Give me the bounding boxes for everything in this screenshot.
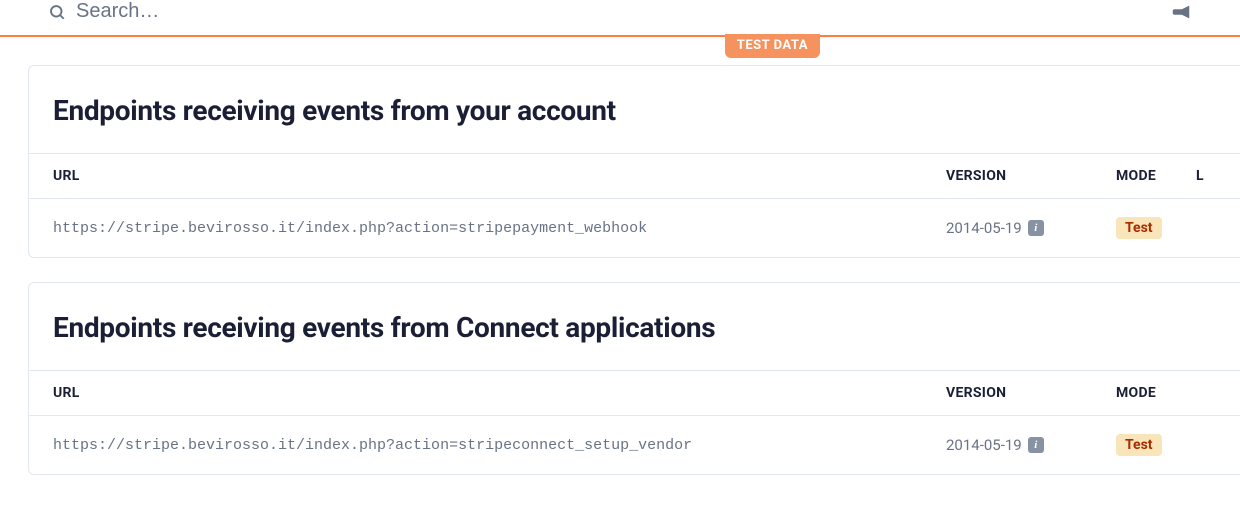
test-data-badge: TEST DATA: [725, 34, 820, 58]
table-row[interactable]: https://stripe.bevirosso.it/index.php?ac…: [29, 199, 1240, 257]
section-title: Endpoints receiving events from your acc…: [53, 94, 1216, 127]
version-text: 2014-05-19: [946, 219, 1022, 237]
search-bar: [0, 0, 1240, 35]
table-row[interactable]: https://stripe.bevirosso.it/index.php?ac…: [29, 416, 1240, 474]
search-icon: [48, 3, 66, 21]
section-header: Endpoints receiving events from your acc…: [29, 66, 1240, 153]
table-header-row: URL VERSION MODE L: [29, 153, 1240, 199]
endpoint-mode: Test: [1116, 434, 1196, 456]
section-title: Endpoints receiving events from Connect …: [53, 311, 1216, 344]
mode-badge: Test: [1116, 217, 1162, 239]
endpoint-url: https://stripe.bevirosso.it/index.php?ac…: [53, 220, 946, 237]
info-icon[interactable]: i: [1028, 437, 1044, 453]
column-header-version: VERSION: [946, 168, 1116, 184]
section-header: Endpoints receiving events from Connect …: [29, 283, 1240, 370]
search-input[interactable]: [76, 0, 376, 23]
table-header-row: URL VERSION MODE: [29, 370, 1240, 416]
column-header-mode: MODE: [1116, 385, 1196, 401]
version-text: 2014-05-19: [946, 436, 1022, 454]
column-header-version: VERSION: [946, 385, 1116, 401]
endpoint-version: 2014-05-19 i: [946, 436, 1116, 454]
account-endpoints-section: Endpoints receiving events from your acc…: [28, 65, 1240, 258]
connect-endpoints-section: Endpoints receiving events from Connect …: [28, 282, 1240, 475]
test-mode-divider: TEST DATA: [0, 35, 1240, 37]
megaphone-icon[interactable]: [1170, 1, 1192, 23]
endpoint-url: https://stripe.bevirosso.it/index.php?ac…: [53, 437, 946, 454]
mode-badge: Test: [1116, 434, 1162, 456]
column-header-url: URL: [53, 385, 946, 401]
column-header-last: [1196, 385, 1216, 401]
endpoint-mode: Test: [1116, 217, 1196, 239]
column-header-last: L: [1196, 168, 1216, 184]
endpoint-version: 2014-05-19 i: [946, 219, 1116, 237]
info-icon[interactable]: i: [1028, 220, 1044, 236]
main-content: Endpoints receiving events from your acc…: [0, 37, 1240, 475]
column-header-mode: MODE: [1116, 168, 1196, 184]
column-header-url: URL: [53, 168, 946, 184]
